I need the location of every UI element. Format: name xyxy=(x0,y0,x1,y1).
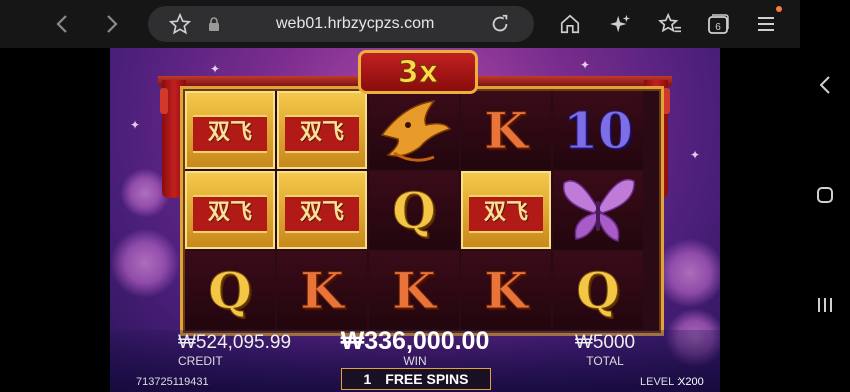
level-value: X200 xyxy=(678,376,704,388)
system-nav-bar xyxy=(800,0,850,392)
favorites-icon[interactable] xyxy=(656,10,684,38)
symbol-wild-tile: 双飞 xyxy=(277,171,367,249)
home-icon[interactable] xyxy=(556,10,584,38)
symbol-wild-tile: 双飞 xyxy=(277,91,367,169)
free-spins-label: FREE SPINS xyxy=(385,371,469,387)
symbol-wild-tile: 双飞 xyxy=(461,171,551,249)
back-icon[interactable] xyxy=(48,10,76,38)
symbol-q: Q xyxy=(185,251,275,329)
decor-flower xyxy=(655,238,720,308)
reel-grid: 双飞 双飞 Q 双飞 双飞 K Q K K 双飞 K 10 Q xyxy=(180,86,664,336)
lantern-icon xyxy=(160,88,168,114)
symbol-bird xyxy=(369,91,459,169)
free-spins-count: 1 xyxy=(363,371,372,387)
level-label: LEVEL : xyxy=(640,376,680,388)
browser-toolbar: web01.hrbzycpzs.com 6 xyxy=(0,0,800,48)
symbol-k: K xyxy=(369,251,459,329)
free-spins-counter: 1 FREE SPINS xyxy=(341,368,491,390)
nav-recents-icon[interactable] xyxy=(812,292,838,318)
win-label: WIN xyxy=(403,354,427,368)
nav-home-icon[interactable] xyxy=(812,182,838,208)
sparkle-icon[interactable] xyxy=(606,10,634,38)
total-label: TOTAL xyxy=(586,354,624,368)
swallow-icon xyxy=(380,100,452,162)
symbol-k: K xyxy=(461,251,551,329)
symbol-butterfly xyxy=(553,171,643,249)
slot-game[interactable]: ✦ ✦ ✦ ✦ 双飞 双飞 Q 双飞 双飞 K Q K K 双飞 K 10 Q … xyxy=(110,48,720,392)
sparkle-decor: ✦ xyxy=(580,58,591,72)
address-bar[interactable]: web01.hrbzycpzs.com xyxy=(148,6,534,42)
sparkle-decor: ✦ xyxy=(210,62,221,76)
sparkle-decor: ✦ xyxy=(130,118,141,132)
symbol-k: K xyxy=(461,91,551,169)
decor-flower xyxy=(110,228,180,298)
menu-icon[interactable] xyxy=(752,10,780,38)
total-value: ₩5000 xyxy=(574,332,636,353)
session-id: 713725119431 xyxy=(136,376,209,388)
nav-back-icon[interactable] xyxy=(812,72,838,98)
symbol-q: Q xyxy=(369,171,459,249)
total-bet-display: ₩5000 TOTAL xyxy=(570,332,640,368)
symbol-k: K xyxy=(277,251,367,329)
win-value: ₩336,000.00 xyxy=(340,327,490,355)
credit-label: CREDIT xyxy=(178,354,223,368)
star-icon[interactable] xyxy=(166,10,194,38)
symbol-wild-tile: 双飞 xyxy=(185,91,275,169)
credit-value: ₩524,095.99 xyxy=(178,332,292,353)
symbol-10: 10 xyxy=(553,91,643,169)
win-display: ₩336,000.00 WIN xyxy=(330,327,500,368)
credit-display: ₩524,095.99 CREDIT xyxy=(178,332,308,368)
notification-dot xyxy=(776,6,782,12)
reload-icon[interactable] xyxy=(486,10,514,38)
butterfly-icon xyxy=(562,178,635,242)
win-multiplier-badge: 3x xyxy=(358,50,478,94)
lock-icon xyxy=(200,10,228,38)
forward-icon[interactable] xyxy=(98,10,126,38)
tabs-icon[interactable]: 6 xyxy=(704,10,732,38)
tab-count: 6 xyxy=(715,22,721,33)
symbol-q: Q xyxy=(553,251,643,329)
symbol-wild-tile: 双飞 xyxy=(185,171,275,249)
sparkle-decor: ✦ xyxy=(690,148,701,162)
url-text: web01.hrbzycpzs.com xyxy=(276,15,435,32)
